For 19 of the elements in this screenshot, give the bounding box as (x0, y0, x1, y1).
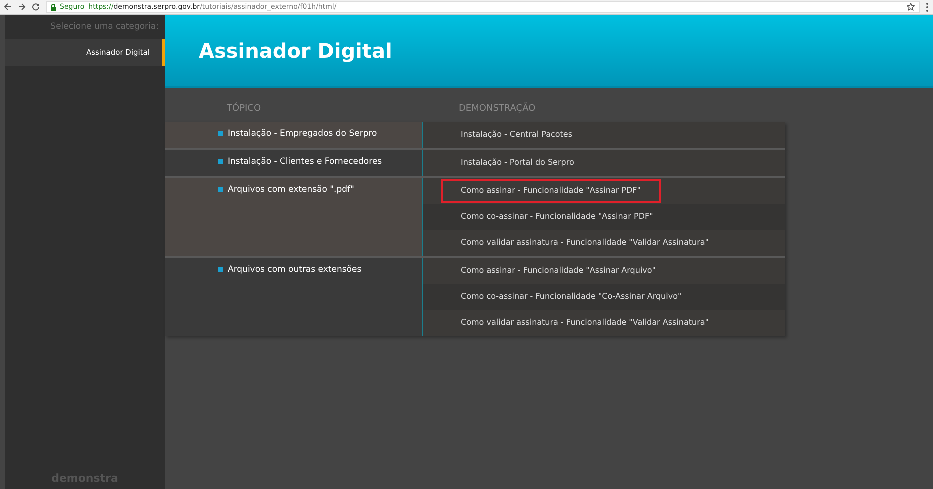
topic-label: Arquivos com outras extensões (228, 264, 362, 277)
column-header: DEMONSTRAÇÃO (458, 103, 536, 116)
star-icon[interactable] (907, 3, 915, 11)
sidebar-heading: Selecione uma categoria: (50, 21, 160, 34)
bullet-icon (218, 267, 223, 272)
back-icon[interactable] (4, 3, 12, 11)
topic-label: Instalação - Empregados do Serpro (228, 128, 378, 141)
bullet-icon (218, 187, 223, 192)
reload-icon[interactable] (32, 3, 40, 11)
column-header: TÓPICO (226, 103, 262, 116)
bullet-icon (218, 159, 223, 164)
topic-label: Arquivos com extensão ".pdf" (228, 184, 354, 197)
forward-icon[interactable] (18, 3, 26, 11)
topic-label: Instalação - Clientes e Fornecedores (228, 156, 382, 169)
demo-link[interactable]: Como assinar - Funcionalidade "Assinar PDF" (441, 179, 661, 203)
bullet-icon (218, 131, 223, 136)
lock-icon (51, 4, 56, 10)
page-title: Assinador Digital (199, 38, 392, 62)
menu-icon[interactable] (926, 2, 929, 12)
